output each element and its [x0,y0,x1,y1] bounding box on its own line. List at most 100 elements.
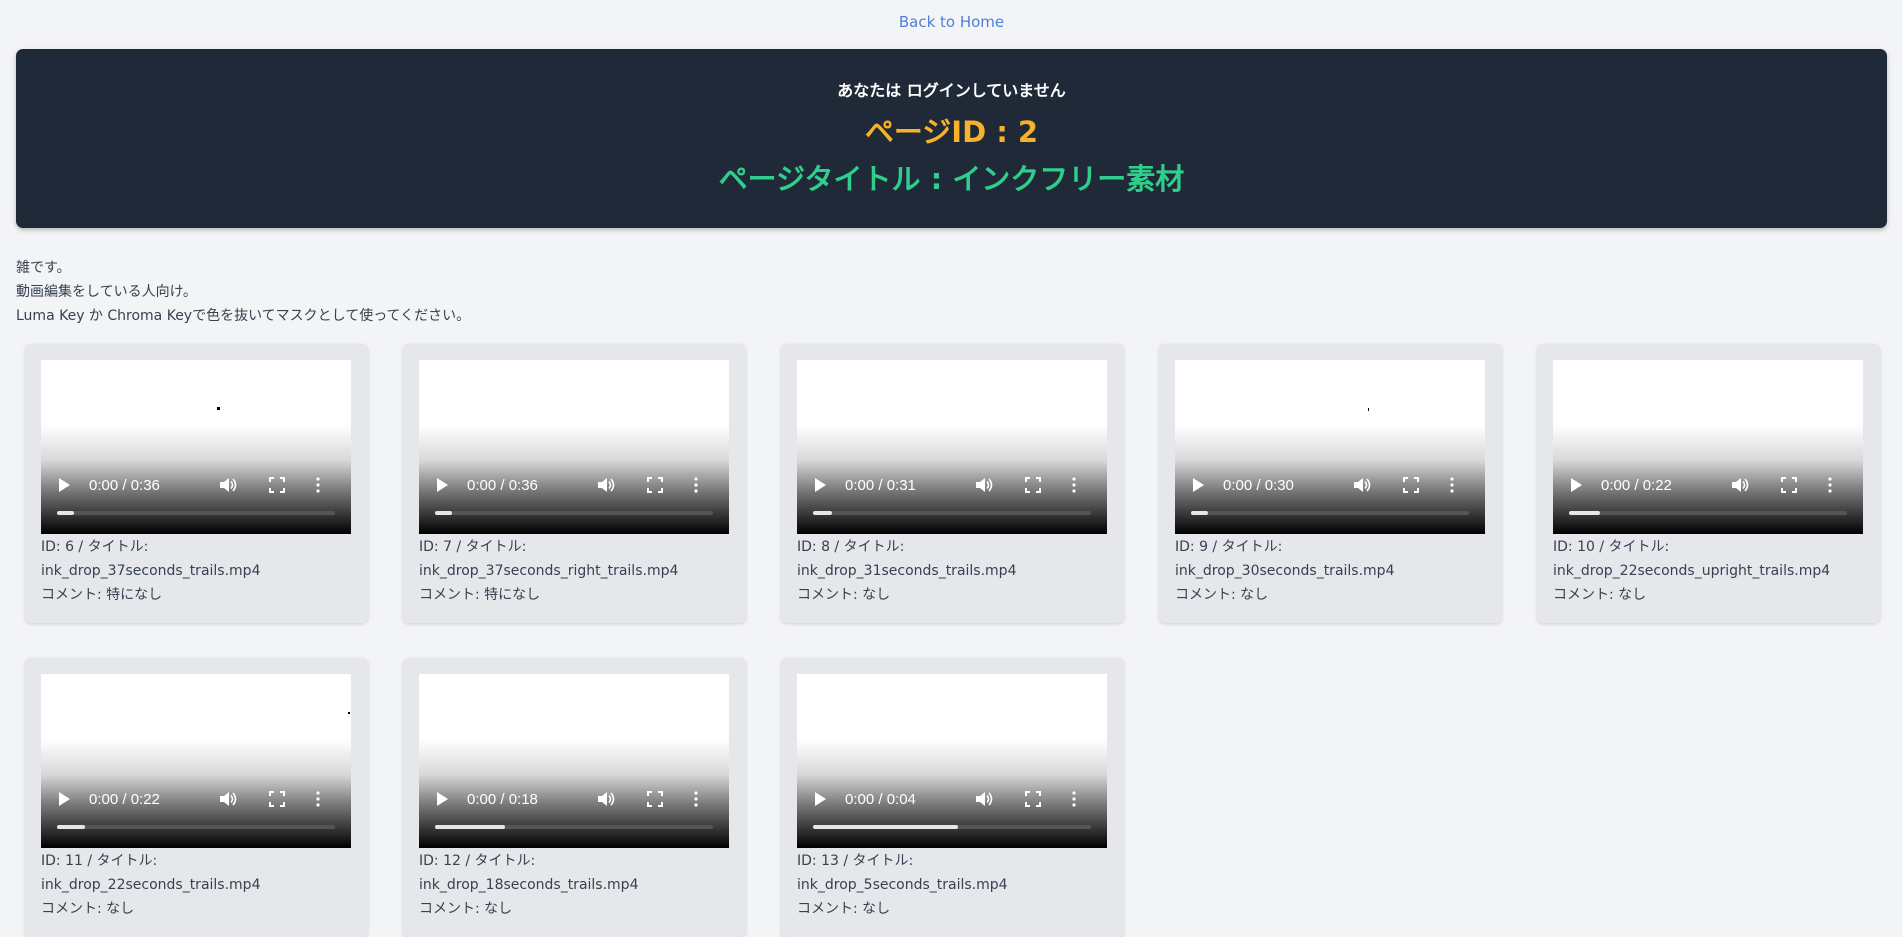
more-options-icon[interactable] [315,477,321,493]
video-progress-bar[interactable] [1569,511,1847,515]
video-player[interactable]: 0:00 / 0:22 [1553,360,1863,534]
video-filename: ink_drop_37seconds_right_trails.mp4 [419,563,679,579]
volume-icon[interactable] [597,477,615,493]
video-comment: コメント: なし [1175,587,1269,603]
more-options-icon[interactable] [1071,791,1077,807]
video-meta: ID: 12 / タイトル: ink_drop_18seconds_trails… [419,849,730,921]
fullscreen-icon[interactable] [1403,477,1419,493]
video-time: 0:00 / 0:31 [845,476,916,494]
video-controls: 0:00 / 0:22 [1553,472,1863,498]
play-icon[interactable] [435,791,449,807]
video-time: 0:00 / 0:04 [845,790,916,808]
video-player[interactable]: 0:00 / 0:36 [419,360,729,534]
fullscreen-icon[interactable] [1025,477,1041,493]
more-options-icon[interactable] [693,791,699,807]
video-meta: ID: 7 / タイトル: ink_drop_37seconds_right_t… [419,535,730,607]
video-time: 0:00 / 0:30 [1223,476,1294,494]
video-progress-bar[interactable] [813,825,1091,829]
volume-icon[interactable] [219,791,237,807]
video-id-line: ID: 10 / タイトル: [1553,539,1670,555]
video-card: 0:00 / 0:30 ID: 9 / タイトル: ink_drop_30sec… [1159,344,1502,623]
video-comment: コメント: 特になし [419,587,541,603]
video-time: 0:00 / 0:36 [467,476,538,494]
video-controls: 0:00 / 0:31 [797,472,1107,498]
description-line: Luma Key か Chroma Keyで色を抜いてマスクとして使ってください… [16,308,471,324]
video-card: 0:00 / 0:18 ID: 12 / タイトル: ink_drop_18se… [403,658,746,937]
description-line: 雑です。 [16,260,71,276]
play-icon[interactable] [57,477,71,493]
video-progress-fill [1569,511,1600,515]
login-status: あなたは ログインしていません [837,81,1066,100]
video-player[interactable]: 0:00 / 0:18 [419,674,729,848]
play-icon[interactable] [57,791,71,807]
fullscreen-icon[interactable] [269,791,285,807]
fullscreen-icon[interactable] [269,477,285,493]
more-options-icon[interactable] [1827,477,1833,493]
video-progress-bar[interactable] [57,511,335,515]
video-progress-fill [1191,511,1208,515]
video-grid: 0:00 / 0:36 ID: 6 / タイトル: ink_drop_37sec… [25,344,1880,937]
video-player[interactable]: 0:00 / 0:30 [1175,360,1485,534]
video-filename: ink_drop_18seconds_trails.mp4 [419,877,639,893]
volume-icon[interactable] [597,791,615,807]
back-to-home-link[interactable]: Back to Home [899,13,1004,31]
fullscreen-icon[interactable] [647,477,663,493]
video-time: 0:00 / 0:18 [467,790,538,808]
video-progress-fill [435,511,452,515]
video-filename: ink_drop_31seconds_trails.mp4 [797,563,1017,579]
volume-icon[interactable] [219,477,237,493]
more-options-icon[interactable] [315,791,321,807]
play-icon[interactable] [1569,477,1583,493]
play-icon[interactable] [813,791,827,807]
video-id-line: ID: 9 / タイトル: [1175,539,1283,555]
more-options-icon[interactable] [693,477,699,493]
more-options-icon[interactable] [1449,477,1455,493]
video-filename: ink_drop_22seconds_upright_trails.mp4 [1553,563,1831,579]
play-icon[interactable] [813,477,827,493]
fullscreen-icon[interactable] [1781,477,1797,493]
volume-icon[interactable] [1731,477,1749,493]
video-controls: 0:00 / 0:36 [41,472,351,498]
video-player[interactable]: 0:00 / 0:22 [41,674,351,848]
volume-icon[interactable] [975,791,993,807]
description-line: 動画編集をしている人向け。 [16,284,197,300]
video-progress-bar[interactable] [813,511,1091,515]
video-player[interactable]: 0:00 / 0:36 [41,360,351,534]
volume-icon[interactable] [975,477,993,493]
video-card: 0:00 / 0:04 ID: 13 / タイトル: ink_drop_5sec… [781,658,1124,937]
video-id-line: ID: 12 / タイトル: [419,853,536,869]
video-progress-bar[interactable] [1191,511,1469,515]
video-meta: ID: 11 / タイトル: ink_drop_22seconds_trails… [41,849,352,921]
video-controls: 0:00 / 0:22 [41,786,351,812]
video-card: 0:00 / 0:22 ID: 11 / タイトル: ink_drop_22se… [25,658,368,937]
video-meta: ID: 8 / タイトル: ink_drop_31seconds_trails.… [797,535,1108,607]
page-title: ページタイトル : インクフリー素材 [718,162,1185,196]
page-description: 雑です。 動画編集をしている人向け。 Luma Key か Chroma Key… [16,256,1887,328]
ink-drop-mark [348,712,350,714]
video-controls: 0:00 / 0:04 [797,786,1107,812]
video-progress-bar[interactable] [57,825,335,829]
video-progress-bar[interactable] [435,511,713,515]
video-meta: ID: 10 / タイトル: ink_drop_22seconds_uprigh… [1553,535,1864,607]
video-comment: コメント: 特になし [41,587,163,603]
play-icon[interactable] [435,477,449,493]
more-options-icon[interactable] [1071,477,1077,493]
page-header: あなたは ログインしていません ページID : 2 ページタイトル : インクフ… [16,49,1887,228]
video-card: 0:00 / 0:22 ID: 10 / タイトル: ink_drop_22se… [1537,344,1880,623]
video-progress-bar[interactable] [435,825,713,829]
video-comment: コメント: なし [1553,587,1647,603]
video-filename: ink_drop_22seconds_trails.mp4 [41,877,261,893]
fullscreen-icon[interactable] [647,791,663,807]
volume-icon[interactable] [1353,477,1371,493]
video-player[interactable]: 0:00 / 0:31 [797,360,1107,534]
video-filename: ink_drop_30seconds_trails.mp4 [1175,563,1395,579]
video-player[interactable]: 0:00 / 0:04 [797,674,1107,848]
video-id-line: ID: 8 / タイトル: [797,539,905,555]
video-controls: 0:00 / 0:18 [419,786,729,812]
fullscreen-icon[interactable] [1025,791,1041,807]
video-time: 0:00 / 0:22 [1601,476,1672,494]
video-card: 0:00 / 0:36 ID: 7 / タイトル: ink_drop_37sec… [403,344,746,623]
video-id-line: ID: 6 / タイトル: [41,539,149,555]
video-progress-fill [57,825,85,829]
play-icon[interactable] [1191,477,1205,493]
